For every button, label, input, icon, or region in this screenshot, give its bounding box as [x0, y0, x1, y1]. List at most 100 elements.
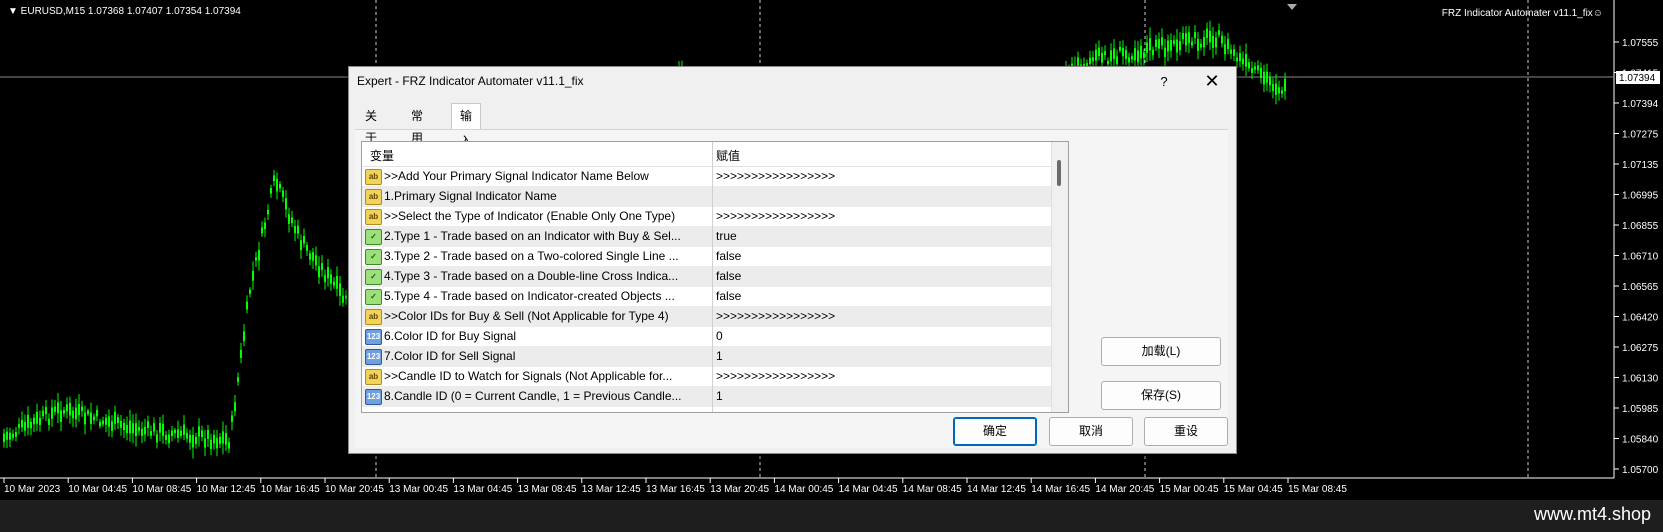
- parameter-row[interactable]: ✓ 2.Type 1 - Trade based on an Indicator …: [362, 226, 1052, 247]
- candle-body: [1194, 32, 1196, 39]
- candle-body: [1116, 56, 1118, 65]
- candle-body: [1236, 57, 1238, 62]
- parameter-row[interactable]: ab >>Add Your Primary Signal Indicator Na…: [362, 166, 1052, 187]
- reset-button[interactable]: 重设: [1144, 417, 1228, 446]
- parameter-value[interactable]: >>>>>>>>>>>>>>>>>: [716, 369, 835, 383]
- candle-body: [342, 295, 344, 303]
- candle-body: [1167, 40, 1169, 52]
- parameter-row[interactable]: ab >>Select the Type of Indicator (Enable…: [362, 206, 1052, 227]
- candle-body: [54, 406, 56, 412]
- close-button[interactable]: ✕: [1202, 71, 1222, 91]
- parameter-value[interactable]: 1: [716, 389, 723, 403]
- column-header-variable[interactable]: 变量: [370, 147, 394, 164]
- parameter-row[interactable]: 123 8.Candle ID (0 = Current Candle, 1 = …: [362, 386, 1052, 407]
- candle-body: [180, 430, 182, 436]
- candle-body: [183, 424, 185, 435]
- candle-body: [333, 281, 335, 286]
- parameter-name: 5.Type 4 - Trade based on Indicator-crea…: [384, 289, 675, 303]
- parameter-value[interactable]: 0: [716, 329, 723, 343]
- candle-body: [1158, 39, 1160, 49]
- parameter-row[interactable]: ✓ 4.Type 3 - Trade based on a Double-line…: [362, 266, 1052, 287]
- integer-type-icon: 123: [365, 329, 382, 345]
- candle-body: [306, 244, 308, 251]
- parameter-row[interactable]: 123 6.Color ID for Buy Signal 0: [362, 326, 1052, 347]
- candle-body: [1122, 47, 1124, 57]
- candle-body: [1284, 78, 1286, 92]
- time-label: 10 Mar 08:45: [132, 484, 191, 495]
- ok-button[interactable]: 确定: [953, 417, 1037, 446]
- parameter-value[interactable]: false: [716, 249, 741, 263]
- string-type-icon: ab: [365, 169, 382, 185]
- scroll-thumb[interactable]: [1057, 160, 1061, 186]
- candle-body: [1110, 50, 1112, 62]
- candle-body: [1164, 47, 1166, 58]
- tab-input-parameters[interactable]: 输入参数: [451, 103, 482, 198]
- price-label: 1.06565: [1622, 282, 1659, 293]
- candle-body: [1212, 35, 1214, 48]
- candle-body: [1131, 56, 1133, 60]
- time-label: 10 Mar 16:45: [261, 484, 320, 495]
- tab-about[interactable]: 关于: [357, 105, 385, 145]
- grid-scrollbar[interactable]: [1051, 142, 1068, 412]
- candle-body: [18, 424, 20, 428]
- time-label: 14 Mar 20:45: [1095, 484, 1154, 495]
- parameter-value[interactable]: >>>>>>>>>>>>>>>>>: [716, 169, 835, 183]
- candle-body: [291, 217, 293, 224]
- parameter-name: >>Color IDs for Buy & Sell (Not Applicab…: [384, 309, 669, 323]
- parameter-value[interactable]: >>>>>>>>>>>>>>>>>: [716, 309, 835, 323]
- parameter-value[interactable]: >>>>>>>>>>>>>>>>>: [716, 209, 835, 223]
- candle-body: [1155, 39, 1157, 47]
- tab-common[interactable]: 常用: [403, 105, 431, 145]
- candle-body: [1272, 84, 1274, 92]
- parameter-value[interactable]: true: [716, 229, 737, 243]
- candle-body: [276, 178, 278, 192]
- candle-body: [51, 407, 53, 419]
- candle-body: [69, 402, 71, 416]
- load-button[interactable]: 加载(L): [1101, 337, 1221, 366]
- save-button[interactable]: 保存(S): [1101, 381, 1221, 410]
- candle-body: [1269, 76, 1271, 86]
- parameter-value[interactable]: 1: [716, 349, 723, 363]
- input-parameters-grid[interactable]: 变量 赋值 ab >>Add Your Primary Signal Indica…: [361, 141, 1069, 413]
- candle-body: [1266, 71, 1268, 83]
- expert-properties-dialog: Expert - FRZ Indicator Automater v11.1_f…: [348, 66, 1237, 454]
- parameter-name: 6.Color ID for Buy Signal: [384, 329, 517, 343]
- candle-body: [1179, 41, 1181, 51]
- string-type-icon: ab: [365, 309, 382, 325]
- candle-body: [171, 430, 173, 437]
- parameter-row[interactable]: ab >>Candle ID to Watch for Signals (Not …: [362, 366, 1052, 387]
- help-button[interactable]: ?: [1154, 72, 1174, 92]
- candle-body: [303, 236, 305, 244]
- cancel-button[interactable]: 取消: [1049, 417, 1133, 446]
- candle-body: [1218, 30, 1220, 36]
- parameter-value[interactable]: false: [716, 269, 741, 283]
- candle-body: [336, 275, 338, 289]
- column-divider[interactable]: [712, 142, 713, 412]
- time-label: 15 Mar 00:45: [1160, 484, 1219, 495]
- candle-body: [339, 283, 341, 296]
- price-label: 1.05985: [1622, 404, 1659, 415]
- candle-body: [132, 423, 134, 434]
- parameter-row[interactable]: ab 1.Primary Signal Indicator Name: [362, 186, 1052, 207]
- candle-body: [102, 420, 104, 425]
- string-type-icon: ab: [365, 369, 382, 385]
- time-label: 14 Mar 04:45: [839, 484, 898, 495]
- parameter-name: >>Candle ID to Watch for Signals (Not Ap…: [384, 369, 673, 383]
- candle-body: [261, 227, 263, 234]
- candle-body: [1173, 40, 1175, 44]
- time-label: 10 Mar 20:45: [325, 484, 384, 495]
- candle-body: [240, 349, 242, 359]
- parameter-row[interactable]: 123 7.Color ID for Sell Signal 1: [362, 346, 1052, 367]
- column-header-value[interactable]: 赋值: [716, 147, 740, 164]
- bool-type-icon: ✓: [365, 269, 382, 285]
- candle-body: [87, 410, 89, 415]
- time-label: 14 Mar 16:45: [1031, 484, 1090, 495]
- candle-body: [117, 417, 119, 424]
- parameter-row[interactable]: ab >>Color IDs for Buy & Sell (Not Applic…: [362, 306, 1052, 327]
- parameter-row[interactable]: ✓ 3.Type 2 - Trade based on a Two-colored…: [362, 246, 1052, 267]
- candle-body: [300, 240, 302, 251]
- candle-body: [162, 423, 164, 436]
- parameter-row[interactable]: ✓ 5.Type 4 - Trade based on Indicator-cre…: [362, 286, 1052, 307]
- candle-body: [177, 429, 179, 438]
- parameter-value[interactable]: false: [716, 289, 741, 303]
